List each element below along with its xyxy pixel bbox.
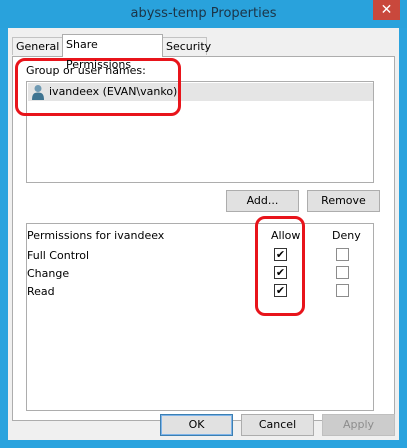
check-icon: ✔ — [275, 266, 286, 279]
cancel-button[interactable]: Cancel — [241, 414, 314, 436]
share-permissions-panel: Group or user names: ivandeex (EVAN\vank… — [12, 56, 395, 421]
deny-checkbox[interactable] — [336, 248, 349, 261]
permission-name: Read — [27, 285, 55, 298]
window-title: abyss-temp Properties — [130, 6, 277, 21]
deny-checkbox[interactable] — [336, 266, 349, 279]
check-icon: ✔ — [275, 284, 286, 297]
permission-name: Full Control — [27, 249, 90, 262]
tab-label: Share Permissions — [66, 38, 132, 71]
allow-checkbox[interactable]: ✔ — [274, 266, 287, 279]
tab-label: Security — [166, 40, 212, 53]
permissions-header: Permissions for ivandeex — [27, 229, 165, 242]
tab-strip: General Share Permissions Security — [8, 34, 399, 71]
tab-label: General — [16, 40, 60, 53]
tab-security[interactable]: Security — [162, 37, 211, 55]
deny-header: Deny — [332, 229, 361, 242]
tab-share-permissions[interactable]: Share Permissions — [62, 34, 163, 71]
permission-name: Change — [27, 267, 70, 280]
allow-checkbox[interactable]: ✔ — [274, 284, 287, 297]
permissions-table: Permissions for ivandeex Allow Deny Full… — [26, 223, 374, 411]
close-button[interactable]: ✕ — [373, 0, 400, 20]
list-item[interactable]: ivandeex (EVAN\vanko) — [28, 83, 373, 101]
title-bar: abyss-temp Properties ✕ — [0, 0, 407, 28]
apply-button[interactable]: Apply — [322, 414, 395, 436]
window-body: General Share Permissions Security Group… — [8, 28, 399, 440]
close-icon: ✕ — [380, 2, 393, 18]
check-icon: ✔ — [275, 248, 286, 261]
allow-header: Allow — [271, 229, 301, 242]
user-icon — [32, 85, 44, 100]
user-list[interactable]: ivandeex (EVAN\vanko) — [26, 81, 374, 183]
allow-checkbox[interactable]: ✔ — [274, 248, 287, 261]
ok-button[interactable]: OK — [160, 414, 233, 436]
deny-checkbox[interactable] — [336, 284, 349, 297]
remove-button[interactable]: Remove — [307, 190, 380, 212]
user-name: ivandeex (EVAN\vanko) — [49, 85, 178, 98]
add-button[interactable]: Add... — [226, 190, 299, 212]
tab-general[interactable]: General — [12, 37, 63, 55]
